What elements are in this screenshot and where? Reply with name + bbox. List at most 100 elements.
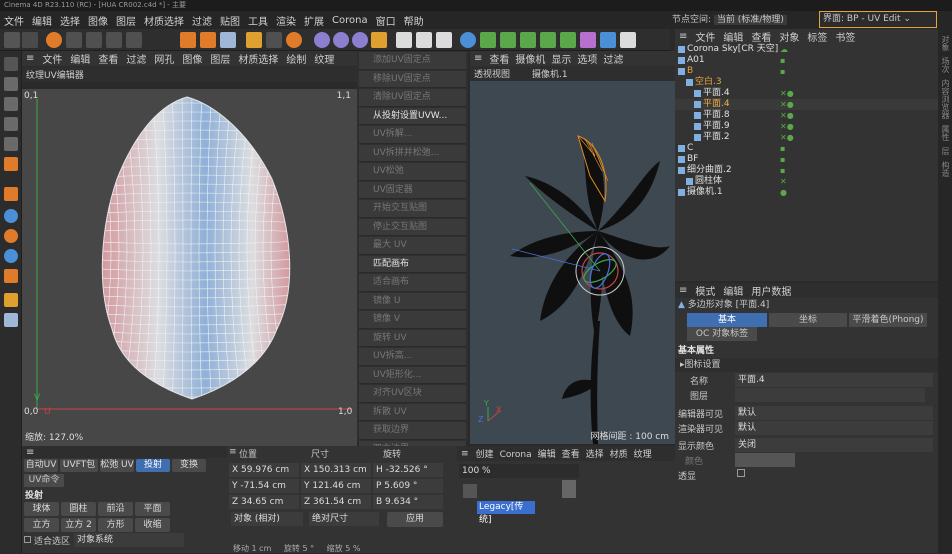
uv-command-tab[interactable]: 松弛 UV (100, 459, 134, 472)
legacy-material[interactable]: Legacy[传统] (477, 501, 535, 525)
position-z-field[interactable]: Z 34.65 cm (229, 495, 299, 509)
object-name[interactable]: Corona Sky[CR 天空] (687, 44, 778, 55)
apply-button[interactable]: 应用 (387, 512, 443, 527)
object-name[interactable]: 平面.8 (703, 110, 730, 121)
light-icon[interactable] (620, 32, 636, 48)
pen-icon[interactable] (480, 32, 496, 48)
object-name[interactable]: BF (687, 154, 698, 165)
attribute-tab[interactable]: 平滑着色(Phong) (849, 313, 927, 327)
uv-tool-11[interactable]: 最大 UV (359, 237, 466, 255)
menu-item[interactable]: 图层 (112, 13, 140, 28)
object-row[interactable]: Corona Sky[CR 天空] ☁ (675, 44, 938, 55)
viewport-menu-item[interactable]: 摄像机 (512, 55, 548, 66)
uv-menu-item[interactable]: 绘制 (282, 51, 310, 66)
live-select-icon[interactable] (46, 32, 62, 48)
uv-editor-canvas[interactable]: 0,1 1,1 0,0 1,0 V U (22, 89, 357, 431)
uv-command-tab[interactable]: UVFT包 (60, 459, 98, 472)
viewport-camera[interactable]: 摄像机.1 (528, 67, 572, 80)
display-color-dropdown[interactable]: 关闭 (735, 438, 933, 452)
coord-menu-icon[interactable]: ≡ (229, 447, 237, 457)
render-settings-icon[interactable] (436, 32, 452, 48)
object-row[interactable]: 圆柱体 ✕ (675, 176, 938, 187)
uv-menu-icon[interactable]: ≡ (22, 53, 38, 64)
projection-button[interactable]: 圆柱 (61, 502, 96, 516)
y-axis-icon[interactable] (333, 32, 349, 48)
material-menu-item[interactable]: 材质 (607, 450, 631, 460)
uv-menu-item[interactable]: 材质选择 (234, 51, 282, 66)
color-swatch[interactable] (735, 453, 795, 467)
uv-tool-7[interactable]: UV松弛 (359, 163, 466, 181)
right-tab[interactable]: 构造 (940, 161, 951, 177)
object-name[interactable]: 摄像机.1 (687, 187, 723, 198)
axis-lock-icon[interactable] (4, 229, 18, 243)
layer-stack-icon[interactable] (4, 293, 18, 307)
uv-menu-item[interactable]: 图像 (178, 51, 206, 66)
uv-tool-17[interactable]: UV拆高... (359, 348, 466, 366)
menu-item[interactable]: 过滤 (188, 13, 216, 28)
grid-icon[interactable] (4, 313, 18, 327)
size-mode-dropdown[interactable]: 绝对尺寸 (309, 512, 379, 526)
layer-field[interactable] (735, 388, 925, 402)
viewport-menu-item[interactable]: 选项 (574, 55, 600, 66)
uv-tool-5[interactable]: UV拆解... (359, 126, 466, 144)
section-icon-settings[interactable]: ▸图标设置 (675, 358, 938, 372)
deformer-icon[interactable] (540, 32, 556, 48)
make-editable-icon[interactable] (4, 57, 18, 71)
interface-dropdown[interactable]: BP - UV Edit (847, 14, 901, 24)
object-row[interactable]: 平面.2 ✕● (675, 132, 938, 143)
menu-item[interactable]: 帮助 (400, 13, 428, 28)
object-row[interactable]: C ▪ (675, 143, 938, 154)
object-name[interactable]: 平面.4 (703, 88, 730, 99)
menu-item[interactable]: 选择 (56, 13, 84, 28)
projection-button[interactable]: 方形 (98, 518, 133, 532)
object-menu-item[interactable]: 对象 (775, 29, 803, 44)
attribute-tab[interactable]: 坐标 (769, 313, 847, 327)
object-row[interactable]: 摄像机.1 ● (675, 187, 938, 198)
uv-command-tab[interactable]: 自动UV (24, 459, 58, 472)
object-row[interactable]: 平面.4 ✕● (675, 88, 938, 99)
node-space[interactable]: 节点空间: 当前 (标准/物理) (672, 13, 817, 27)
redo-icon[interactable] (22, 32, 38, 48)
uv-tool-13[interactable]: 适合画布 (359, 274, 466, 292)
scale-tool-icon[interactable] (86, 32, 102, 48)
z-axis-icon[interactable] (352, 32, 368, 48)
edge-mode-icon[interactable] (4, 157, 18, 171)
projection-button[interactable]: 立方 (24, 518, 59, 532)
uv-command-tab[interactable]: 变换 (172, 459, 206, 472)
subdivision-icon[interactable] (500, 32, 516, 48)
texture-mode-icon[interactable] (4, 77, 18, 91)
menu-item[interactable]: Corona (328, 15, 372, 26)
mograph-icon[interactable] (560, 32, 576, 48)
object-menu-item[interactable]: 编辑 (719, 29, 747, 44)
polygon-mode-icon[interactable] (4, 187, 18, 201)
attribute-menu-icon[interactable]: ≡ (675, 285, 691, 296)
uv-tool-12[interactable]: 匹配画布 (359, 255, 466, 273)
viewport-menu-icon[interactable]: ≡ (470, 53, 486, 64)
uv-tool-2[interactable]: 移除UV固定点 (359, 70, 466, 88)
object-menu-item[interactable]: 文件 (691, 29, 719, 44)
uv-command-tab[interactable]: 投射 (136, 459, 170, 472)
move-tool-icon[interactable] (66, 32, 82, 48)
right-tab[interactable]: 内容浏览器 (940, 79, 951, 119)
object-name[interactable]: B (687, 66, 693, 77)
rotation-p-field[interactable]: P 5.609 ° (373, 479, 443, 493)
spline-icon[interactable] (580, 32, 596, 48)
uv-tool-18[interactable]: UV矩形化... (359, 366, 466, 384)
material-preview-icon[interactable] (562, 480, 576, 498)
attribute-menu-item[interactable]: 模式 (691, 283, 719, 298)
render-picture-icon[interactable] (416, 32, 432, 48)
rotation-h-field[interactable]: H -32.526 ° (373, 463, 443, 477)
material-zoom[interactable]: 100 % (459, 464, 579, 478)
material-swatch-icon[interactable] (463, 484, 477, 498)
menu-item[interactable]: 扩展 (300, 13, 328, 28)
object-menu-item[interactable]: 标签 (803, 29, 831, 44)
uv-polygon-icon[interactable] (220, 32, 236, 48)
render-view-icon[interactable] (396, 32, 412, 48)
position-y-field[interactable]: Y -71.54 cm (229, 479, 299, 493)
size-y-field[interactable]: Y 121.46 cm (301, 479, 371, 493)
editor-visible-dropdown[interactable]: 默认 (735, 406, 933, 420)
workplane-icon[interactable] (266, 32, 282, 48)
object-row[interactable]: 平面.8 ✕● (675, 110, 938, 121)
size-z-field[interactable]: Z 361.54 cm (301, 495, 371, 509)
size-x-field[interactable]: X 150.313 cm (301, 463, 371, 477)
